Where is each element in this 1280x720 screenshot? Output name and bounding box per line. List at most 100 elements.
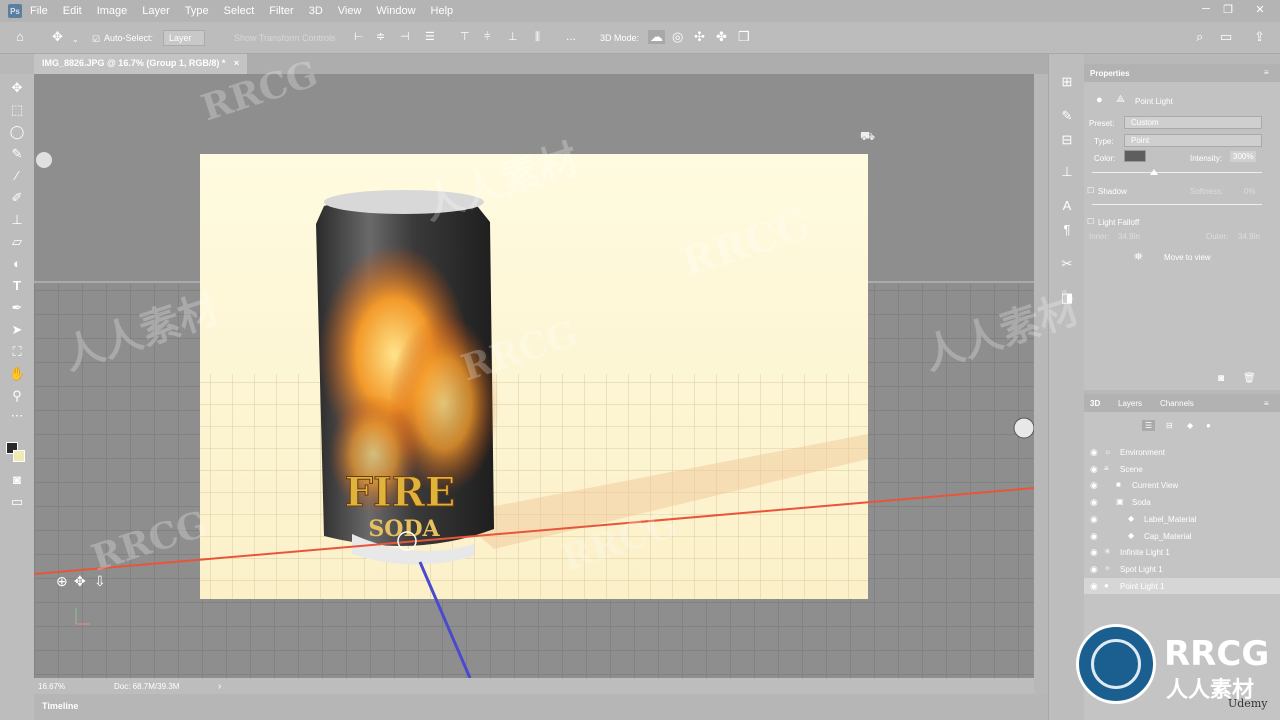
layer-row[interactable]: ◉ ● Point Light 1 xyxy=(1084,577,1280,594)
outer-value[interactable]: 34.9in xyxy=(1238,232,1260,241)
stamp-tool-icon[interactable]: ⊥ xyxy=(9,212,25,228)
clone-source-icon[interactable]: ⊥ xyxy=(1059,164,1075,180)
panel-menu-icon[interactable]: ≡ xyxy=(1264,68,1269,77)
document-tab[interactable]: IMG_8826.JPG @ 16.7% (Group 1, RGB/8) * … xyxy=(34,54,248,74)
move-tool-icon[interactable]: ✥ xyxy=(9,80,25,96)
coordinates-icon[interactable]: ⟁ xyxy=(1116,94,1125,105)
intensity-input[interactable]: 300% xyxy=(1230,151,1257,162)
history-icon[interactable]: ⊞ xyxy=(1059,74,1075,90)
type-tool-icon[interactable]: T xyxy=(9,278,25,294)
light-bulb-icon[interactable]: ● xyxy=(1096,94,1103,106)
menu-help[interactable]: Help xyxy=(431,5,454,17)
filter-material-icon[interactable]: ◆ xyxy=(1187,421,1193,430)
properties-title[interactable]: Properties xyxy=(1090,69,1130,78)
gradient-tool-icon[interactable]: ◐ xyxy=(9,256,25,272)
filter-scene-icon[interactable]: ☰ xyxy=(1142,420,1156,431)
hand-tool-icon[interactable]: ✋ xyxy=(9,366,25,382)
light-color-swatch[interactable] xyxy=(1124,150,1146,162)
paragraph-icon[interactable]: ¶ xyxy=(1059,222,1075,238)
camera-orbit-icon[interactable]: ⊕ xyxy=(56,573,68,589)
more-options-icon[interactable]: ... xyxy=(566,29,576,43)
tab-channels[interactable]: Channels xyxy=(1160,399,1194,408)
type-dropdown[interactable]: Point xyxy=(1124,134,1262,147)
intensity-slider-track[interactable] xyxy=(1092,172,1262,173)
3d-object-icon[interactable]: ⛶ xyxy=(9,344,25,360)
render-icon[interactable]: ◙ xyxy=(1218,373,1224,384)
menu-3d[interactable]: 3D xyxy=(309,5,323,17)
show-transform-controls[interactable]: Show Transform Controls xyxy=(234,33,336,43)
softness-value[interactable]: 0% xyxy=(1244,187,1256,196)
menu-image[interactable]: Image xyxy=(97,5,128,17)
zoom-tool-icon[interactable]: ⚲ xyxy=(9,388,25,404)
brush-presets-icon[interactable]: ⊟ xyxy=(1059,132,1075,148)
shadow-checkbox[interactable]: ☐ xyxy=(1087,186,1094,195)
visibility-eye-icon[interactable]: ◉ xyxy=(1090,514,1098,525)
layer-row[interactable]: ◉ ✧ Spot Light 1 xyxy=(1084,561,1280,577)
delete-icon[interactable]: 🗑 xyxy=(1243,373,1256,384)
photoshop-logo-icon[interactable]: Ps xyxy=(8,4,22,18)
path-select-tool-icon[interactable]: ➤ xyxy=(9,322,25,338)
softness-slider-track[interactable] xyxy=(1092,204,1262,205)
align-top-icon[interactable]: ⊤ xyxy=(460,30,470,44)
timeline-tab[interactable]: Timeline xyxy=(42,701,78,711)
move-to-view-icon[interactable]: ⛯ xyxy=(1134,251,1143,264)
lasso-tool-icon[interactable]: ◯ xyxy=(9,124,25,140)
menu-filter[interactable]: Filter xyxy=(269,5,293,17)
align-center-icon[interactable]: ≑ xyxy=(376,30,385,44)
distribute-icon[interactable]: ⫼ xyxy=(535,30,540,44)
menu-window[interactable]: Window xyxy=(376,5,415,17)
visibility-eye-icon[interactable]: ◉ xyxy=(1090,480,1098,491)
search-icon[interactable]: ⌕ xyxy=(1196,30,1203,44)
align-bottom-icon[interactable]: ⊥ xyxy=(508,30,518,44)
brush-tool-icon[interactable]: ✐ xyxy=(9,190,25,206)
eraser-tool-icon[interactable]: ▱ xyxy=(9,234,25,250)
brush-settings-icon[interactable]: ✎ xyxy=(1059,108,1075,124)
roll-3d-icon[interactable]: ◎ xyxy=(672,30,683,44)
filter-light-icon[interactable]: ● xyxy=(1206,421,1211,430)
move-tool-icon[interactable]: ✥ xyxy=(52,30,63,44)
visibility-eye-icon[interactable]: ◉ xyxy=(1090,464,1098,475)
quick-select-tool-icon[interactable]: ✎ xyxy=(9,146,25,162)
marquee-tool-icon[interactable]: ⬚ xyxy=(9,102,25,118)
background-color-swatch[interactable] xyxy=(13,450,25,462)
layer-row[interactable]: ◉ ◆ Cap_Material xyxy=(1084,528,1280,544)
point-light-icon[interactable] xyxy=(1013,417,1034,439)
quick-mask-icon[interactable]: ◙ xyxy=(9,472,25,488)
tab-layers[interactable]: Layers xyxy=(1118,399,1142,408)
scene-light-icon[interactable] xyxy=(36,152,52,168)
status-arrow-icon[interactable]: › xyxy=(218,681,221,692)
share-icon[interactable]: ⇪ xyxy=(1254,30,1265,44)
tab-3d[interactable]: 3D xyxy=(1090,399,1100,408)
close-window-icon[interactable]: ✕ xyxy=(1252,3,1268,17)
menu-file[interactable]: File xyxy=(30,5,48,17)
scale-3d-icon[interactable]: ❒ xyxy=(738,30,750,44)
layer-row[interactable]: ◉ ◆ Label_Material xyxy=(1084,511,1280,527)
zoom-level[interactable]: 16.67% xyxy=(38,682,65,691)
align-right-icon[interactable]: ⊣ xyxy=(400,30,410,44)
menu-type[interactable]: Type xyxy=(185,5,209,17)
auto-select-dropdown[interactable]: Layer xyxy=(163,30,205,46)
close-tab-icon[interactable]: × xyxy=(234,58,239,68)
align-vcenter-icon[interactable]: ⫩ xyxy=(484,30,490,44)
preset-dropdown[interactable]: Custom xyxy=(1124,116,1262,129)
camera-icon[interactable]: ⛟ xyxy=(860,129,875,143)
eyedropper-tool-icon[interactable]: ⁄ xyxy=(9,168,25,184)
minimize-icon[interactable]: ─ xyxy=(1198,3,1214,17)
align-left-icon[interactable]: ⊢ xyxy=(354,30,364,44)
restore-icon[interactable]: ❐ xyxy=(1220,3,1236,17)
visibility-eye-icon[interactable]: ◉ xyxy=(1090,497,1098,508)
camera-pan-icon[interactable]: ✥ xyxy=(74,573,86,589)
visibility-eye-icon[interactable]: ◉ xyxy=(1090,581,1098,592)
align-middle-icon[interactable]: ☰ xyxy=(425,30,435,44)
screen-mode-icon[interactable]: ▭ xyxy=(9,494,25,510)
panel-menu-icon[interactable]: ≡ xyxy=(1264,399,1269,408)
drag-3d-icon[interactable]: ✣ xyxy=(694,30,705,44)
home-icon[interactable]: ⌂ xyxy=(16,30,24,44)
layer-row[interactable]: ◉ ▣ Soda xyxy=(1084,494,1280,510)
filter-mesh-icon[interactable]: ⊟ xyxy=(1166,421,1173,430)
layer-row[interactable]: ◉ ■ Current View xyxy=(1084,477,1280,493)
layer-row[interactable]: ◉ ☼ Environment xyxy=(1084,444,1280,460)
visibility-eye-icon[interactable]: ◉ xyxy=(1090,531,1098,542)
menu-select[interactable]: Select xyxy=(224,5,255,17)
layer-row[interactable]: ◉ ≡ Scene xyxy=(1084,461,1280,477)
